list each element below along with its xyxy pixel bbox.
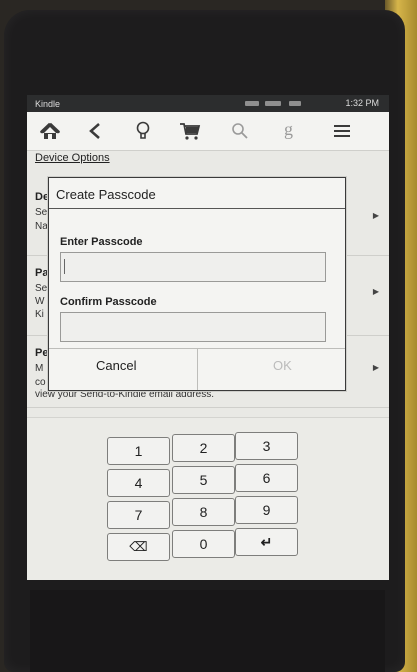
bg-row2-sub3: Ki	[35, 309, 44, 320]
key-8[interactable]: 8	[172, 498, 235, 526]
status-bar: Kindle 1:32 PM	[27, 95, 389, 112]
key-9[interactable]: 9	[235, 496, 298, 524]
battery-icon	[289, 101, 301, 106]
device-bottom	[30, 590, 385, 672]
svg-text:g: g	[284, 120, 293, 139]
cancel-button[interactable]: Cancel	[96, 358, 136, 373]
status-time: 1:32 PM	[345, 98, 379, 108]
bg-row1-sub2: Na	[35, 221, 48, 232]
key-4[interactable]: 4	[107, 469, 170, 497]
back-icon[interactable]	[82, 119, 108, 143]
key-2[interactable]: 2	[172, 434, 235, 462]
enter-passcode-label: Enter Passcode	[60, 236, 143, 248]
key-3[interactable]: 3	[235, 432, 298, 460]
bg-row1-heading: De	[35, 191, 50, 203]
status-carrier: Kindle	[35, 99, 61, 109]
key-1[interactable]: 1	[107, 437, 170, 465]
confirm-passcode-field[interactable]	[60, 312, 326, 342]
home-icon[interactable]	[37, 119, 63, 143]
enter-passcode-field[interactable]	[60, 252, 326, 282]
text-caret	[64, 259, 65, 274]
key-5[interactable]: 5	[172, 466, 235, 494]
create-passcode-dialog: Create Passcode Enter Passcode Confirm P…	[48, 177, 346, 391]
divider	[27, 407, 389, 408]
key-0[interactable]: 0	[172, 530, 235, 558]
search-icon[interactable]	[227, 119, 253, 143]
bg-row2-sub2: W	[35, 296, 45, 307]
bg-row2-heading: Pa	[35, 267, 49, 279]
bg-row2-sub1: Se	[35, 283, 48, 294]
menu-icon[interactable]	[329, 119, 355, 143]
confirm-passcode-label: Confirm Passcode	[60, 296, 157, 308]
bg-row3-sub2: co	[35, 377, 46, 388]
cart-icon[interactable]	[177, 119, 203, 143]
signal-icon	[265, 101, 281, 106]
dialog-button-separator	[197, 349, 198, 390]
row3-arrow-icon: ▶	[372, 363, 379, 372]
key-7[interactable]: 7	[107, 501, 170, 529]
dialog-title: Create Passcode	[56, 187, 156, 202]
key-6[interactable]: 6	[235, 464, 298, 492]
bg-row1-sub1: Se	[35, 207, 48, 218]
numeric-keypad: 1 2 3 4 5 6 7 8 9 ⌫ 0 ↵	[27, 417, 389, 580]
bg-row3-sub1: M	[35, 363, 44, 374]
bulb-icon[interactable]	[130, 119, 156, 143]
toolbar: g	[27, 112, 389, 151]
dialog-title-divider	[49, 208, 345, 209]
enter-key[interactable]: ↵	[235, 528, 298, 556]
goodreads-icon[interactable]: g	[277, 119, 303, 143]
row2-arrow-icon: ▶	[372, 287, 379, 296]
backspace-key[interactable]: ⌫	[107, 533, 170, 561]
ok-button[interactable]: OK	[273, 358, 292, 373]
wifi-icon	[245, 101, 259, 106]
bg-row3-heading: Pe	[35, 347, 49, 359]
section-title: Device Options	[35, 152, 110, 164]
kindle-screen: Kindle 1:32 PM g Device Options De Se Na	[27, 95, 389, 580]
row1-arrow-icon: ▶	[372, 211, 379, 220]
